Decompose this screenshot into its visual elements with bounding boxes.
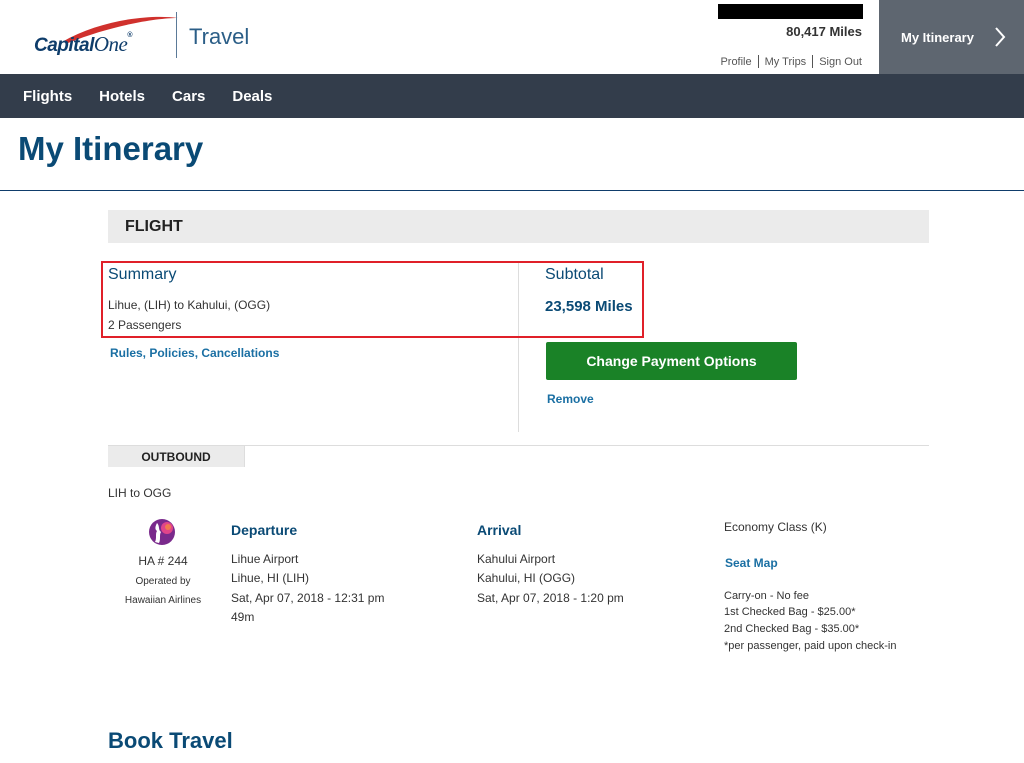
- my-trips-link[interactable]: My Trips: [765, 56, 807, 68]
- outbound-route: LIH to OGG: [108, 486, 172, 500]
- arrival-airport: Kahului Airport: [477, 552, 556, 566]
- nav-cars[interactable]: Cars: [172, 88, 205, 105]
- my-itinerary-button[interactable]: My Itinerary: [879, 0, 1024, 74]
- baggage-second-checked: 2nd Checked Bag - $35.00*: [724, 623, 860, 635]
- cabin-class: Economy Class (K): [724, 520, 827, 534]
- logo-brand: Capital: [34, 35, 94, 56]
- link-separator: [812, 55, 814, 68]
- book-travel-heading: Book Travel: [108, 728, 233, 753]
- miles-balance: 80,417 Miles: [786, 24, 862, 39]
- flight-duration: 49m: [231, 610, 255, 624]
- page-title: My Itinerary: [18, 130, 204, 167]
- account-links: Profile My Trips Sign Out: [720, 55, 862, 68]
- profile-link[interactable]: Profile: [720, 56, 751, 68]
- summary-title: Summary: [108, 266, 177, 283]
- my-itinerary-label: My Itinerary: [901, 29, 974, 45]
- departure-airport: Lihue Airport: [231, 552, 299, 566]
- chevron-right-icon: [995, 27, 1006, 47]
- logo-wordmark: CapitalOne®: [34, 32, 132, 57]
- operator-name: Hawaiian Airlines: [124, 595, 202, 606]
- redacted-account-name: [718, 4, 863, 19]
- summary-passengers: 2 Passengers: [108, 318, 182, 332]
- logo-brand-one: One: [93, 32, 128, 56]
- arrival-city: Kahului, HI (OGG): [477, 571, 576, 585]
- nav-deals[interactable]: Deals: [232, 88, 272, 105]
- remove-link[interactable]: Remove: [547, 392, 594, 406]
- operated-by-label: Operated by: [135, 576, 191, 587]
- flight-number: HA # 244: [138, 554, 188, 568]
- main-nav: Flights Hotels Cars Deals: [0, 74, 1024, 118]
- logo-reg-mark: ®: [127, 32, 133, 39]
- arrival-title: Arrival: [477, 522, 522, 538]
- baggage-first-checked: 1st Checked Bag - $25.00*: [724, 606, 856, 618]
- baggage-footnote: *per passenger, paid upon check-in: [724, 640, 897, 652]
- seat-map-link[interactable]: Seat Map: [725, 556, 778, 570]
- baggage-carry-on: Carry-on - No fee: [724, 590, 809, 602]
- subtotal-title: Subtotal: [545, 266, 604, 283]
- nav-flights[interactable]: Flights: [23, 88, 72, 105]
- rules-policies-link[interactable]: Rules, Policies, Cancellations: [110, 346, 279, 360]
- hawaiian-airlines-logo-icon: [149, 519, 175, 545]
- change-payment-options-button[interactable]: Change Payment Options: [546, 342, 797, 380]
- nav-hotels[interactable]: Hotels: [99, 88, 145, 105]
- subtotal-value: 23,598 Miles: [545, 298, 633, 315]
- logo-product-name: Travel: [189, 24, 250, 49]
- outbound-tab: OUTBOUND: [108, 446, 245, 467]
- departure-city: Lihue, HI (LIH): [231, 571, 310, 585]
- logo-divider: [176, 12, 177, 58]
- arrival-datetime: Sat, Apr 07, 2018 - 1:20 pm: [477, 591, 624, 605]
- departure-datetime: Sat, Apr 07, 2018 - 12:31 pm: [231, 591, 385, 605]
- link-separator: [757, 55, 759, 68]
- summary-route: Lihue, (LIH) to Kahului, (OGG): [108, 298, 271, 312]
- top-bar: CapitalOne® Travel 80,417 Miles Profile …: [0, 0, 1024, 74]
- title-divider: [0, 190, 1024, 191]
- sign-out-link[interactable]: Sign Out: [819, 56, 862, 68]
- flight-section-header: FLIGHT: [108, 210, 929, 243]
- departure-title: Departure: [231, 522, 298, 538]
- capital-one-logo[interactable]: CapitalOne®: [34, 14, 178, 64]
